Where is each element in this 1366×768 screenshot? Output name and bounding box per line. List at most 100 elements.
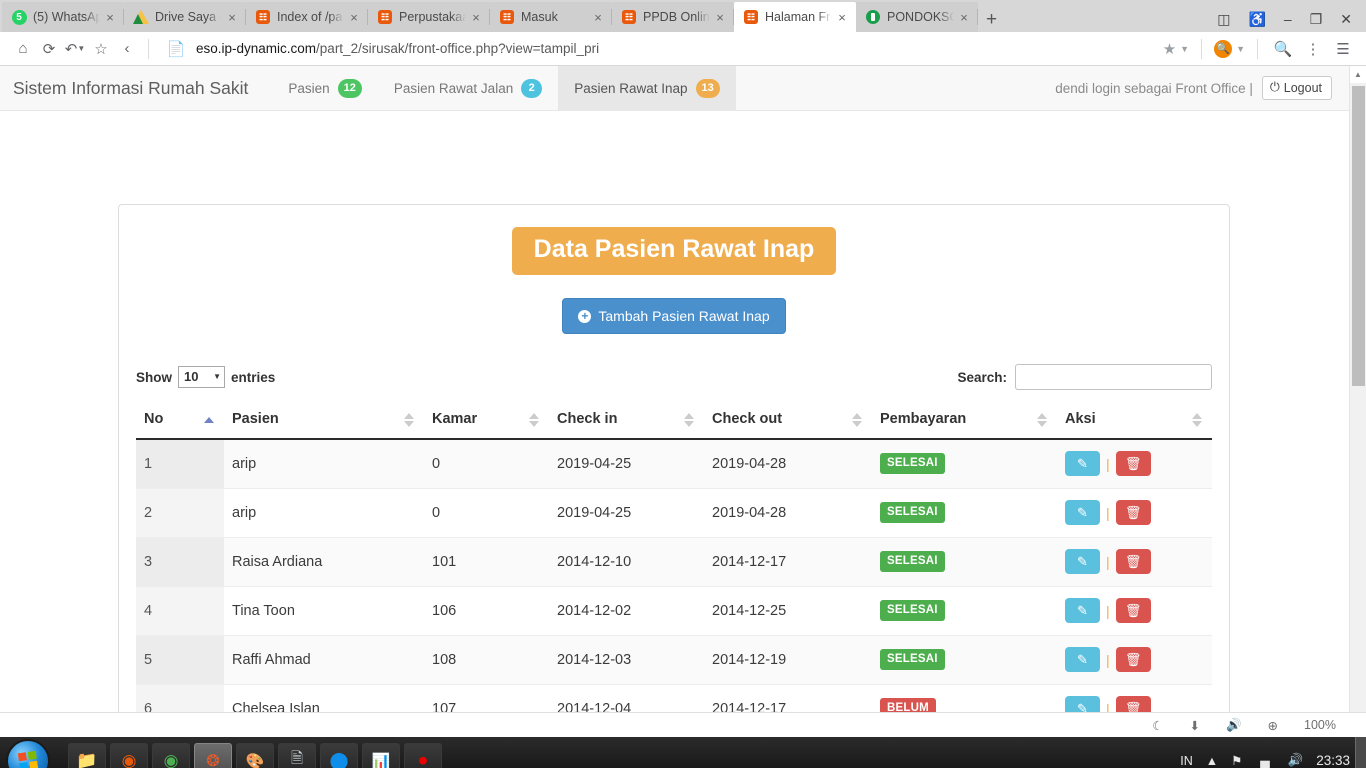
scrollbar-thumb[interactable] (1352, 86, 1365, 386)
cell-pembayaran: SELESAI (872, 538, 1057, 587)
tab-close-icon[interactable]: × (346, 10, 362, 25)
column-header-checkin[interactable]: Check in (549, 402, 704, 439)
column-header-aksi[interactable]: Aksi (1057, 402, 1212, 439)
browser-tab-masuk[interactable]: ☷ Masuk × (490, 2, 612, 32)
delete-button[interactable]: 🗑 (1116, 500, 1151, 525)
star-icon[interactable]: ★ (1163, 40, 1176, 58)
volume-icon[interactable]: 🔊 (1288, 753, 1304, 768)
search-engine-icon[interactable]: 🔍 (1214, 40, 1232, 58)
column-header-kamar[interactable]: Kamar (424, 402, 549, 439)
browser-tab-ppdb[interactable]: ☷ PPDB Online × (612, 2, 734, 32)
language-indicator[interactable]: IN (1180, 754, 1193, 768)
table-row: 1arip02019-04-252019-04-28SELESAI✎|🗑 (136, 439, 1212, 489)
browser-tab-drive[interactable]: Drive Saya - × (124, 2, 246, 32)
nav-item-pasien-rawat-inap[interactable]: Pasien Rawat Inap 13 (558, 66, 736, 110)
row-actions: ✎|🗑 (1065, 500, 1204, 525)
column-header-no[interactable]: No (136, 402, 224, 439)
download-icon[interactable]: ⬇ (1189, 718, 1199, 733)
network-error-icon[interactable]: ⚑ (1231, 753, 1242, 768)
firefox-page-icon: ☷ (621, 9, 637, 25)
chevron-down-icon[interactable]: ▼ (1236, 44, 1245, 54)
browser-chrome: 5 (5) WhatsApp × Drive Saya - × ☷ Index … (0, 0, 1366, 66)
scroll-up-arrow-icon[interactable]: ▲ (1350, 66, 1366, 83)
column-header-pasien[interactable]: Pasien (224, 402, 424, 439)
nav-item-pasien-rawat-jalan[interactable]: Pasien Rawat Jalan 2 (378, 66, 558, 110)
tab-close-icon[interactable]: × (224, 10, 240, 25)
teamviewer-icon[interactable]: ⬤ (320, 743, 358, 768)
sidebar-toggle-icon[interactable]: ◫ (1217, 12, 1230, 26)
notepad-icon[interactable]: 🗎 (278, 743, 316, 768)
nav-item-pasien[interactable]: Pasien 12 (272, 66, 378, 110)
tab-close-icon[interactable]: × (468, 10, 484, 25)
delete-button[interactable]: 🗑 (1116, 696, 1151, 712)
chevron-down-icon[interactable]: ▼ (1180, 44, 1189, 54)
recorder-icon[interactable]: ⏺ (404, 743, 442, 768)
firefox-icon[interactable]: ◉ (110, 743, 148, 768)
browser-tab-pondokso[interactable]: PONDOKSO × (856, 2, 978, 32)
magnifier-icon[interactable]: 🔍 (1270, 36, 1296, 62)
table-row: 6Chelsea Islan1072014-12-042014-12-17BEL… (136, 685, 1212, 713)
tab-close-icon[interactable]: × (102, 10, 118, 25)
kebab-menu-icon[interactable]: ⋮ (1300, 36, 1326, 62)
edit-button[interactable]: ✎ (1065, 598, 1100, 623)
speaker-icon[interactable]: 🔊 (1226, 718, 1242, 733)
account-icon[interactable]: ♿ (1248, 12, 1265, 26)
excel-icon[interactable]: 📊 (362, 743, 400, 768)
tab-close-icon[interactable]: × (834, 10, 850, 25)
logout-button[interactable]: ⏻ Logout (1262, 76, 1332, 100)
browser-tab-index-of[interactable]: ☷ Index of /pa × (246, 2, 368, 32)
browser-tab-halaman-front-office[interactable]: ☷ Halaman Fro × (734, 2, 856, 32)
close-window-button[interactable]: ✕ (1340, 12, 1352, 26)
cell-no: 2 (136, 489, 224, 538)
edit-button[interactable]: ✎ (1065, 451, 1100, 476)
delete-button[interactable]: 🗑 (1116, 647, 1151, 672)
chevron-left-icon[interactable]: ‹ (114, 36, 140, 62)
delete-button[interactable]: 🗑 (1116, 549, 1151, 574)
page-scrollbar[interactable]: ▲ (1349, 66, 1366, 712)
tray-clock[interactable]: 23:33 (1316, 753, 1350, 768)
maximize-button[interactable]: ❐ (1310, 12, 1323, 26)
hamburger-menu-icon[interactable]: ☰ (1330, 36, 1356, 62)
minimize-button[interactable]: – (1284, 12, 1292, 26)
delete-button[interactable]: 🗑 (1116, 598, 1151, 623)
navbar-user-area: dendi login sebagai Front Office | ⏻ Log… (1055, 66, 1366, 110)
edit-button[interactable]: ✎ (1065, 549, 1100, 574)
zoom-level[interactable]: 100% (1304, 718, 1336, 732)
windows-start-icon[interactable] (6, 739, 50, 768)
entries-length-select[interactable]: 10 ▼ (178, 366, 225, 388)
do-not-disturb-icon[interactable]: ☾ (1152, 718, 1163, 733)
tab-close-icon[interactable]: × (712, 10, 728, 25)
column-header-checkout[interactable]: Check out (704, 402, 872, 439)
tab-title: Drive Saya - (155, 10, 224, 24)
maxthon-icon[interactable]: ❂ (194, 743, 232, 768)
tab-close-icon[interactable]: × (590, 10, 606, 25)
chevron-up-icon[interactable]: ▲ (1206, 754, 1218, 768)
signal-bars-icon[interactable]: ▗▖ (1255, 753, 1274, 768)
search-input[interactable] (1015, 364, 1212, 390)
zoom-in-icon[interactable]: ⊕ (1268, 718, 1278, 733)
chrome-icon[interactable]: ◉ (152, 743, 190, 768)
edit-button[interactable]: ✎ (1065, 647, 1100, 672)
address-bar[interactable]: 📄 eso.ip-dynamic.com/part_2/sirusak/fron… (157, 36, 1163, 62)
browser-tab-whatsapp[interactable]: 5 (5) WhatsApp × (2, 2, 124, 32)
column-header-pembayaran[interactable]: Pembayaran (872, 402, 1057, 439)
column-label: Pembayaran (880, 411, 966, 427)
tab-close-icon[interactable]: × (956, 10, 972, 25)
logout-label: Logout (1284, 81, 1322, 95)
new-tab-button[interactable]: + (986, 10, 997, 29)
file-explorer-icon[interactable]: 📁 (68, 743, 106, 768)
app-brand[interactable]: Sistem Informasi Rumah Sakit (13, 66, 272, 110)
system-tray: IN ▲ ⚑ ▗▖ 🔊 23:33 (1180, 753, 1366, 768)
delete-button[interactable]: 🗑 (1116, 451, 1151, 476)
browser-tab-perpustakaan[interactable]: ☷ Perpustakaan × (368, 2, 490, 32)
edit-button[interactable]: ✎ (1065, 500, 1100, 525)
show-desktop-button[interactable] (1355, 737, 1366, 768)
home-icon[interactable]: ⌂ (10, 36, 36, 62)
search-label: Search: (957, 370, 1007, 385)
add-pasien-rawat-inap-button[interactable]: + Tambah Pasien Rawat Inap (562, 298, 785, 334)
reload-icon[interactable]: ⟳ (36, 36, 62, 62)
edit-button[interactable]: ✎ (1065, 696, 1100, 712)
paint-icon[interactable]: 🎨 (236, 743, 274, 768)
back-dropdown-icon[interactable]: ↶▼ (62, 36, 88, 62)
star-outline-icon[interactable]: ☆ (88, 36, 114, 62)
